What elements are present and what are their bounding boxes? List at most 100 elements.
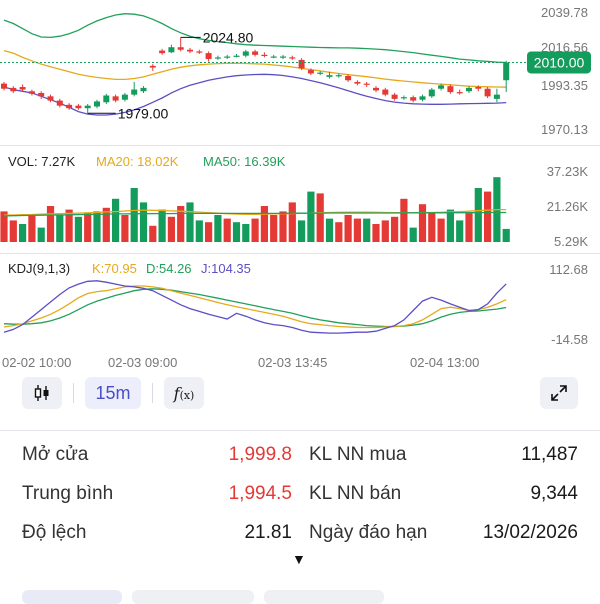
candle-body	[149, 65, 156, 68]
bottom-tab[interactable]	[264, 590, 384, 604]
indicator-button[interactable]: f(x)	[164, 377, 204, 409]
volume-bar	[344, 215, 352, 242]
volume-bar	[195, 220, 203, 242]
volume-bar	[223, 218, 231, 242]
bottom-tab-bar	[0, 588, 600, 604]
expand-details-button[interactable]: ▼	[292, 551, 306, 567]
volume-bar	[428, 213, 436, 242]
candle-body	[317, 72, 324, 74]
candle-body	[38, 92, 45, 97]
candle-body	[112, 96, 119, 101]
volume-axis-label: 37.23K	[547, 164, 589, 179]
info-label: Mở cửa	[22, 444, 89, 465]
volume-bar	[102, 207, 110, 242]
current-price-text: 2010.00	[534, 54, 585, 70]
chevron-down-icon: ▼	[292, 551, 306, 567]
candle-body	[196, 51, 203, 53]
volume-bar	[465, 213, 473, 242]
current-price-tag: 2010.00	[527, 51, 591, 74]
price-axis-label: 2039.78	[541, 5, 588, 20]
volume-bar	[298, 220, 306, 242]
volume-bar	[381, 220, 389, 242]
volume-bar	[260, 206, 268, 242]
candle-body	[224, 56, 231, 58]
candle-body	[466, 87, 472, 92]
candle-body	[177, 47, 184, 50]
kdj-axis-label: 112.68	[549, 262, 588, 277]
kdj-axis-label: -14.58	[551, 332, 588, 347]
kdj-axis-labels: 112.68 -14.58	[549, 262, 588, 347]
candle-body	[94, 101, 100, 107]
candle-body	[456, 92, 463, 94]
volume-bar	[316, 193, 324, 242]
interval-label: 15m	[95, 382, 131, 403]
info-label: KL NN mua	[309, 444, 407, 465]
volume-bar	[19, 224, 27, 242]
price-axis-label: 1970.13	[541, 122, 588, 137]
candle-body	[233, 55, 240, 57]
volume-bar	[251, 218, 259, 242]
candle-body	[205, 53, 212, 60]
kdj-legend: KDJ(9,1,3) K:70.95 D:54.26 J:104.35	[8, 261, 251, 276]
bottom-tab[interactable]	[22, 590, 122, 604]
candle-body	[10, 87, 17, 92]
volume-bar	[446, 209, 454, 242]
candle-body	[121, 94, 128, 100]
kdj-name-label: KDJ(9,1,3)	[8, 261, 70, 276]
volume-bar	[474, 188, 482, 242]
volume-bar	[158, 209, 166, 242]
candle-body	[66, 104, 73, 109]
volume-bar	[353, 218, 361, 242]
info-label: KL NN bán	[309, 483, 402, 504]
volume-bar	[46, 206, 55, 242]
volume-bar	[502, 228, 510, 242]
volume-bar	[372, 224, 380, 242]
volume-bar	[325, 218, 334, 242]
time-axis-label: 02-02 10:00	[2, 355, 71, 370]
kdj-j-line	[3, 280, 507, 334]
candle-body	[475, 87, 482, 89]
fullscreen-button[interactable]	[540, 377, 578, 409]
volume-bar	[37, 227, 45, 242]
kdj-k-label: K:70.95	[92, 261, 137, 276]
volume-ma20-label: MA20: 18.02K	[96, 154, 179, 169]
volume-axis-labels: 37.23K 21.26K 5.29K	[547, 164, 589, 249]
volume-bar	[418, 204, 427, 242]
candle-body	[345, 76, 352, 81]
info-value: 21.81	[244, 522, 292, 543]
candle-body	[307, 70, 314, 74]
low-marker: 1979.00	[87, 105, 169, 121]
price-chart[interactable]: 2039.78 2016.56 1993.35 1970.13 2024.80 …	[0, 0, 600, 375]
time-axis-label: 02-04 13:00	[410, 355, 479, 370]
high-marker: 2024.80	[180, 29, 254, 45]
candle-body	[354, 81, 361, 84]
chart-toolbar: 15m f(x)	[0, 375, 600, 411]
volume-bar	[437, 218, 445, 242]
candle-body	[335, 75, 342, 77]
high-price-label: 2024.80	[203, 29, 254, 45]
info-label: Ngày đáo hạn	[309, 522, 428, 543]
candle-body	[261, 54, 268, 57]
candle-body	[103, 95, 110, 103]
info-value: 1,999.8	[228, 444, 292, 465]
info-value: 13/02/2026	[482, 522, 578, 543]
kdj-d-line	[3, 288, 507, 328]
candle-body	[289, 57, 296, 59]
candlestick-type-button[interactable]	[22, 377, 62, 409]
volume-bar	[186, 202, 194, 242]
expand-icon	[551, 385, 567, 401]
volume-bar	[391, 216, 399, 242]
info-value: 1,994.5	[228, 483, 292, 504]
info-label: Độ lệch	[22, 522, 87, 543]
function-icon: f(x)	[173, 383, 195, 403]
volume-bar	[400, 198, 408, 242]
candle-body	[214, 57, 221, 59]
candle-body	[187, 49, 193, 52]
volume-bar	[167, 216, 175, 242]
chart-canvas[interactable]: 2039.78 2016.56 1993.35 1970.13 2024.80 …	[0, 0, 600, 375]
candle-body	[84, 105, 91, 109]
candle-body	[159, 50, 166, 54]
bottom-tab[interactable]	[132, 590, 254, 604]
volume-bar	[9, 220, 17, 242]
interval-button[interactable]: 15m	[85, 377, 141, 409]
